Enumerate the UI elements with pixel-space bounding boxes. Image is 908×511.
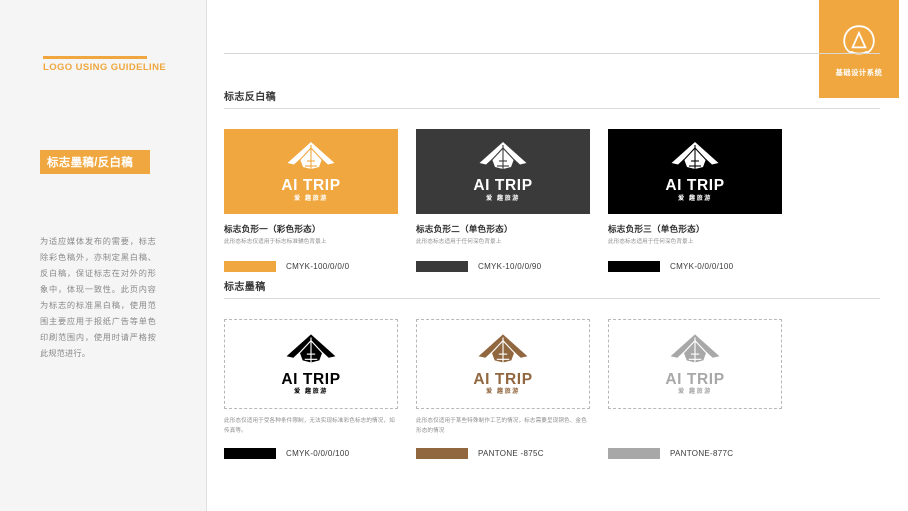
color-chip-label: PANTONE-877C xyxy=(670,448,734,458)
swatch-card-row: AI TRIP 爱 趣旅游 AI TRIP 爱 趣旅游 AI TRIP 爱 趣旅… xyxy=(224,319,880,409)
logo-wordmark: AI TRIP xyxy=(281,370,341,388)
swatch-card-description: 此形态仅适用于某些特殊制作工艺的情况，标志需要呈现铜色、金色形态的情况 xyxy=(416,418,587,434)
color-chip-item[interactable]: PANTONE -875C xyxy=(416,447,590,459)
swatch-description-row: 此形态仅适用于受各种条件限制，无法实现标准彩色标志的情况，如传真等。 此形态仅适… xyxy=(224,417,880,437)
glider-aircraft-icon xyxy=(478,334,528,363)
logo-wordmark: AI TRIP xyxy=(665,177,725,195)
section-title: 标志反白稿 xyxy=(224,92,276,103)
color-chip-label: CMYK-0/0/0/100 xyxy=(286,448,350,458)
logo-wordmark: AI TRIP xyxy=(665,370,725,388)
logo-subtext: 爱 趣旅游 xyxy=(486,389,520,396)
section-reverse-logo: 标志反白稿 AI TRIP 爱 趣旅游 标志负形一（彩色形态） 此形态标志仅适用… xyxy=(224,88,880,272)
glider-aircraft-icon xyxy=(479,142,527,170)
logo-lockup: AI TRIP 爱 趣旅游 xyxy=(473,333,533,396)
swatch-card-title: 标志负形二（单色形态） xyxy=(416,224,513,234)
section-title: 标志墨稿 xyxy=(224,282,266,293)
color-chip-swatch xyxy=(416,447,468,459)
brand-guideline-page: LOGO USING GUIDELINE 标志墨稿/反白稿 为适应媒体发布的需要… xyxy=(0,0,908,511)
glider-aircraft-icon xyxy=(670,334,720,363)
sidebar-body-text: 为适应媒体发布的需要，标志除彩色稿外，亦制定黑白稿、反白稿，保证标志在对外的形象… xyxy=(40,237,156,358)
header-divider xyxy=(224,53,880,54)
color-chip-item[interactable]: PANTONE-877C xyxy=(608,447,782,459)
sidebar-eyebrow-label: LOGO USING GUIDELINE xyxy=(43,62,167,73)
swatch-card-description xyxy=(608,417,782,437)
sidebar: LOGO USING GUIDELINE 标志墨稿/反白稿 为适应媒体发布的需要… xyxy=(0,0,207,511)
swatch-card-title: 标志负形一（彩色形态） xyxy=(224,224,321,234)
color-chip-item[interactable]: CMYK-0/0/0/100 xyxy=(608,260,782,272)
content-area: 标志反白稿 AI TRIP 爱 趣旅游 标志负形一（彩色形态） 此形态标志仅适用… xyxy=(207,0,908,511)
logo-wordmark: AI TRIP xyxy=(281,177,341,195)
section-monochrome-logo: 标志墨稿 AI TRIP 爱 趣旅游 AI TRIP 爱 趣旅游 AI TRIP… xyxy=(224,278,880,459)
sidebar-section-badge: 标志墨稿/反白稿 xyxy=(40,150,150,174)
logo-subtext: 爱 趣旅游 xyxy=(294,195,328,202)
color-chip-item[interactable]: CMYK-0/0/0/100 xyxy=(224,447,398,459)
glider-aircraft-icon xyxy=(286,334,336,363)
swatch-card-description: 此形态仅适用于受各种条件限制，无法实现标准彩色标志的情况，如传真等。 xyxy=(224,418,395,434)
swatch-card-title: 标志负形三（单色形态） xyxy=(608,224,705,234)
swatch-card-description: 此形态标志仅适用于标志标准辅色背景上 xyxy=(224,239,327,245)
logo-preview-box: AI TRIP 爱 趣旅游 xyxy=(608,319,782,409)
color-chip-label: PANTONE -875C xyxy=(478,448,544,458)
swatch-card-row: AI TRIP 爱 趣旅游 标志负形一（彩色形态） 此形态标志仅适用于标志标准辅… xyxy=(224,129,880,248)
swatch-card[interactable]: AI TRIP 爱 趣旅游 标志负形二（单色形态） 此形态标志适用于任何深色背景… xyxy=(416,129,590,248)
swatch-card[interactable]: AI TRIP 爱 趣旅游 标志负形三（单色形态） 此形态标志适用于任何深色背景… xyxy=(608,129,782,248)
logo-subtext: 爱 趣旅游 xyxy=(678,389,712,396)
color-chip-label: CMYK-10/0/0/90 xyxy=(478,261,542,271)
swatch-card-description: 此形态标志适用于任何深色背景上 xyxy=(416,239,502,245)
glider-aircraft-icon xyxy=(671,142,719,170)
logo-preview-box: AI TRIP 爱 趣旅游 xyxy=(416,129,590,214)
color-chip-item[interactable]: CMYK-100/0/0/0 xyxy=(224,260,398,272)
swatch-card[interactable]: AI TRIP 爱 趣旅游 标志负形一（彩色形态） 此形态标志仅适用于标志标准辅… xyxy=(224,129,398,248)
color-chip-label: CMYK-0/0/0/100 xyxy=(670,261,734,271)
swatch-card[interactable]: AI TRIP 爱 趣旅游 xyxy=(416,319,590,409)
logo-lockup: AI TRIP 爱 趣旅游 xyxy=(665,141,724,202)
color-chip-row: CMYK-0/0/0/100 PANTONE -875C PANTONE-877… xyxy=(224,447,880,459)
logo-preview-box: AI TRIP 爱 趣旅游 xyxy=(224,319,398,409)
section-divider xyxy=(224,298,880,299)
color-chip-row: CMYK-100/0/0/0 CMYK-10/0/0/90 CMYK-0/0/0… xyxy=(224,260,880,272)
logo-subtext: 爱 趣旅游 xyxy=(294,389,328,396)
logo-subtext: 爱 趣旅游 xyxy=(486,195,520,202)
glider-aircraft-icon xyxy=(287,142,335,170)
swatch-card[interactable]: AI TRIP 爱 趣旅游 xyxy=(224,319,398,409)
swatch-card-description: 此形态标志适用于任何深色背景上 xyxy=(608,239,694,245)
color-chip-swatch xyxy=(416,260,468,272)
logo-subtext: 爱 趣旅游 xyxy=(678,195,712,202)
logo-preview-box: AI TRIP 爱 趣旅游 xyxy=(608,129,782,214)
color-chip-label: CMYK-100/0/0/0 xyxy=(286,261,350,271)
color-chip-swatch xyxy=(608,447,660,459)
color-chip-item[interactable]: CMYK-10/0/0/90 xyxy=(416,260,590,272)
logo-preview-box: AI TRIP 爱 趣旅游 xyxy=(416,319,590,409)
color-chip-swatch xyxy=(224,260,276,272)
logo-lockup: AI TRIP 爱 趣旅游 xyxy=(473,141,532,202)
color-chip-swatch xyxy=(224,447,276,459)
logo-wordmark: AI TRIP xyxy=(473,370,533,388)
logo-preview-box: AI TRIP 爱 趣旅游 xyxy=(224,129,398,214)
color-chip-swatch xyxy=(608,260,660,272)
logo-wordmark: AI TRIP xyxy=(473,177,533,195)
swatch-card[interactable]: AI TRIP 爱 趣旅游 xyxy=(608,319,782,409)
logo-lockup: AI TRIP 爱 趣旅游 xyxy=(281,141,340,202)
logo-lockup: AI TRIP 爱 趣旅游 xyxy=(281,333,341,396)
section-divider xyxy=(224,108,880,109)
sidebar-accent-rule xyxy=(43,56,147,59)
logo-lockup: AI TRIP 爱 趣旅游 xyxy=(665,333,725,396)
